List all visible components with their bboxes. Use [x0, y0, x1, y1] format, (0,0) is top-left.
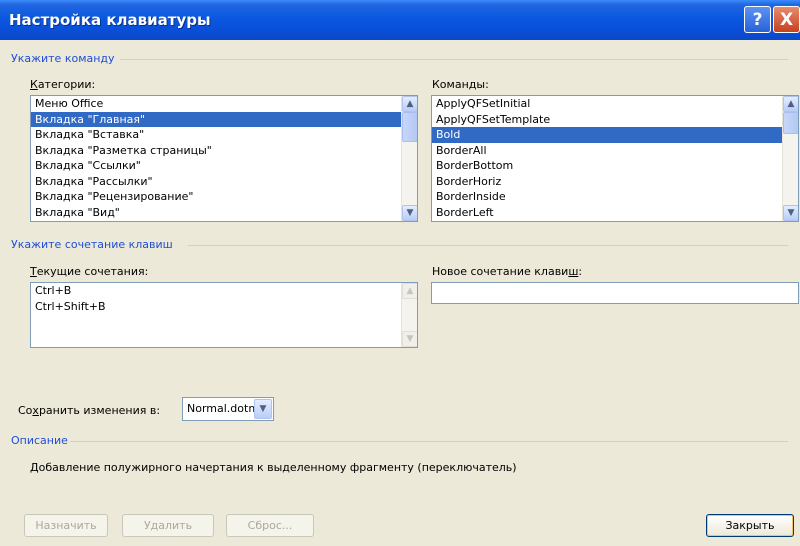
- close-icon: X: [779, 9, 794, 30]
- list-item[interactable]: BorderLeft: [432, 205, 798, 221]
- assign-button[interactable]: Назначить: [24, 514, 108, 537]
- title-bar[interactable]: Настройка клавиатуры ? X: [0, 0, 800, 40]
- current-keys-list[interactable]: Ctrl+B Ctrl+Shift+B ▲ ▼: [30, 282, 418, 348]
- save-in-label: Сохранить изменения в:: [18, 404, 161, 417]
- list-item[interactable]: BorderAll: [432, 143, 798, 159]
- list-item[interactable]: Вкладка "Рецензирование": [31, 189, 417, 205]
- save-in-value: Normal.dotm: [187, 402, 260, 415]
- categories-items: Меню Office Вкладка "Главная" Вкладка "Вст…: [31, 96, 417, 220]
- group-divider: [70, 441, 788, 442]
- close-button[interactable]: Закрыть: [706, 514, 794, 537]
- scroll-thumb[interactable]: [783, 112, 798, 134]
- description-group-label: Описание: [11, 434, 68, 447]
- list-item[interactable]: Вкладка "Рассылки": [31, 174, 417, 190]
- reset-button[interactable]: Сброс...: [226, 514, 314, 537]
- list-item[interactable]: Вкладка "Вид": [31, 205, 417, 221]
- scroll-up-icon: ▲: [402, 283, 417, 299]
- list-item[interactable]: Вкладка "Вставка": [31, 127, 417, 143]
- list-item[interactable]: Вкладка "Главная": [31, 111, 417, 127]
- commands-list[interactable]: ApplyQFSetInitial ApplyQFSetTemplate Bold B…: [431, 95, 799, 222]
- scroll-up-icon[interactable]: ▲: [402, 96, 417, 112]
- group-divider: [188, 245, 788, 246]
- help-icon: ?: [752, 9, 763, 30]
- current-keys-scrollbar: ▲ ▼: [401, 283, 417, 347]
- scroll-thumb[interactable]: [402, 112, 417, 142]
- chevron-down-icon[interactable]: ▼: [254, 399, 272, 419]
- categories-list[interactable]: Меню Office Вкладка "Главная" Вкладка "Вст…: [30, 95, 418, 222]
- categories-label: Категории:: [30, 78, 96, 91]
- list-item[interactable]: ApplyQFSetTemplate: [432, 112, 798, 128]
- current-keys-label: Текущие сочетания:: [30, 265, 149, 278]
- list-item[interactable]: Вкладка "Ссылки": [31, 158, 417, 174]
- close-window-button[interactable]: X: [773, 6, 800, 33]
- command-group-label: Укажите команду: [11, 52, 115, 65]
- categories-scrollbar[interactable]: ▲ ▼: [401, 96, 417, 221]
- list-item[interactable]: BorderInside: [432, 189, 798, 205]
- group-divider: [120, 59, 788, 60]
- new-key-label: Новое сочетание клавиш:: [432, 265, 583, 278]
- commands-items: ApplyQFSetInitial ApplyQFSetTemplate Bold B…: [432, 96, 798, 220]
- list-item[interactable]: Ctrl+Shift+B: [31, 299, 417, 315]
- list-item[interactable]: Ctrl+B: [31, 283, 417, 299]
- list-item[interactable]: Меню Office: [31, 96, 417, 112]
- list-item[interactable]: BorderHoriz: [432, 174, 798, 190]
- new-key-input[interactable]: [431, 282, 799, 304]
- scroll-down-icon[interactable]: ▼: [783, 205, 798, 221]
- list-item[interactable]: ApplyQFSetInitial: [432, 96, 798, 112]
- window-title: Настройка клавиатуры: [9, 11, 211, 29]
- list-item[interactable]: BorderBottom: [432, 158, 798, 174]
- description-text: Добавление полужирного начертания к выде…: [30, 461, 517, 474]
- scroll-up-icon[interactable]: ▲: [783, 96, 798, 112]
- current-keys-items: Ctrl+B Ctrl+Shift+B: [31, 283, 417, 314]
- dialog-body: Укажите команду Категории: Меню Office Вк…: [0, 40, 800, 546]
- save-in-select[interactable]: Normal.dotm ▼: [182, 397, 274, 421]
- remove-button[interactable]: Удалить: [122, 514, 214, 537]
- list-item[interactable]: Bold: [432, 127, 798, 143]
- commands-label: Команды:: [432, 78, 489, 91]
- keys-group-label: Укажите сочетание клавиш: [11, 238, 173, 251]
- list-item[interactable]: Вкладка "Разметка страницы": [31, 143, 417, 159]
- commands-scrollbar[interactable]: ▲ ▼: [782, 96, 798, 221]
- scroll-down-icon[interactable]: ▼: [402, 205, 417, 221]
- scroll-down-icon: ▼: [402, 331, 417, 347]
- help-button[interactable]: ?: [744, 6, 771, 33]
